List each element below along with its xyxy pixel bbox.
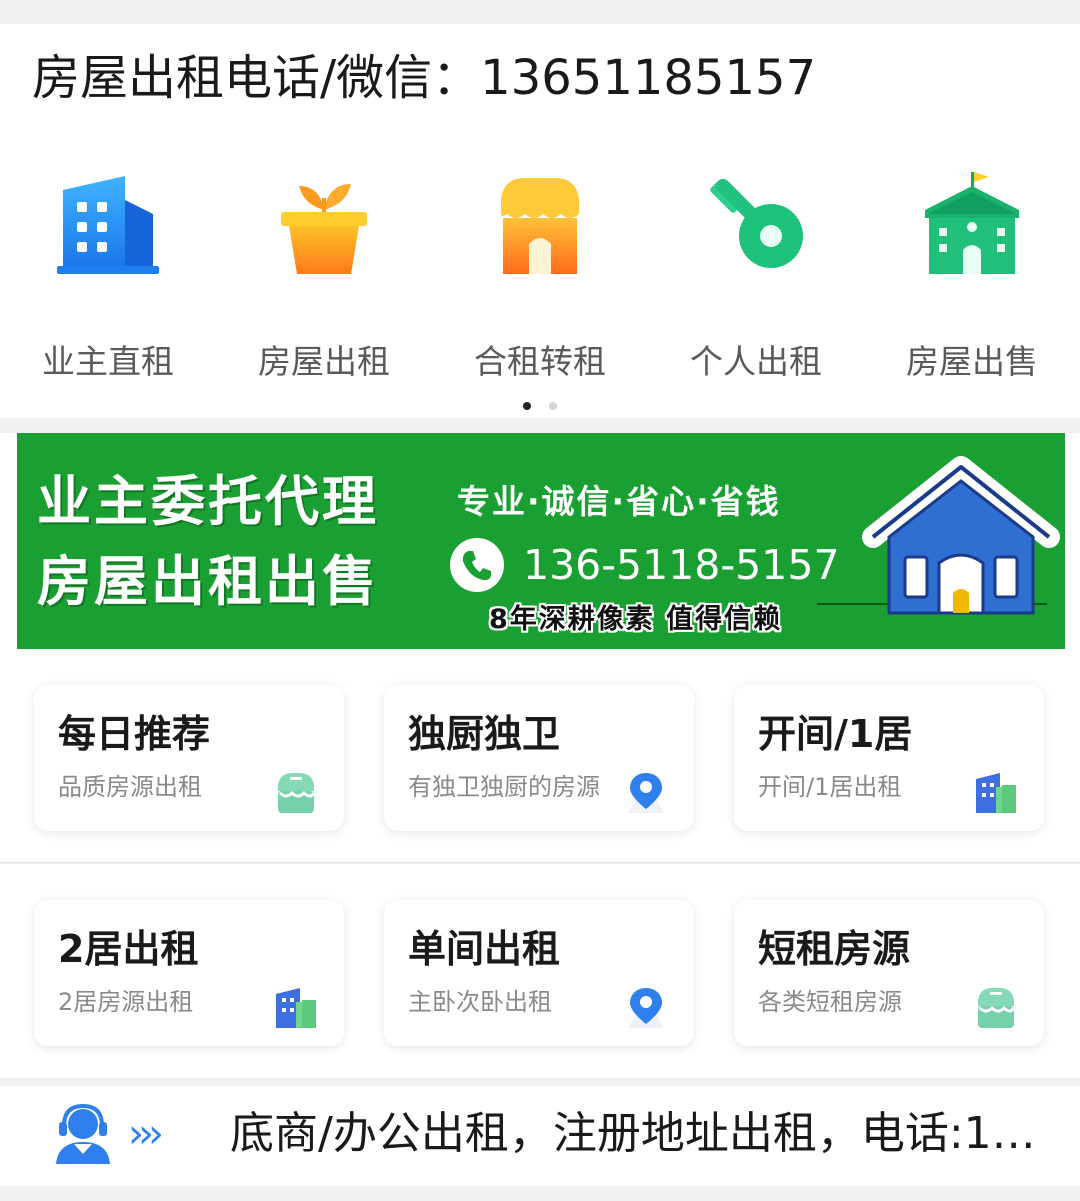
category-row-2: 2居出租 2居房源出租 单间出租 主卧次卧出租 短租房源 各类短租房源	[0, 864, 1080, 1078]
card-title: 独厨独卫	[408, 712, 561, 756]
building-icon	[53, 170, 163, 280]
card-title: 开间/1居	[758, 712, 913, 756]
banner-tagline: 8年深耕像素 值得信赖	[489, 604, 783, 635]
banner-phone: 136-5118-5157	[523, 541, 840, 589]
notice-text: 底商/办公出租，注册地址出租，电话:13651185157	[230, 1108, 1040, 1159]
card-daily-picks[interactable]: 每日推荐 品质房源出租	[34, 685, 344, 831]
contact-text[interactable]: 房屋出租电话/微信：13651185157	[32, 48, 816, 108]
card-title: 2居出租	[58, 927, 199, 971]
page-indicator	[0, 402, 1080, 412]
row-divider	[0, 862, 1080, 863]
card-studio-1br[interactable]: 开间/1居 开间/1居出租	[734, 685, 1044, 831]
shop-icon	[972, 984, 1020, 1032]
grid-item-label: 房屋出售	[906, 342, 1038, 381]
card-subtitle: 有独卫独厨的房源	[408, 773, 600, 801]
grid-item-house-rent[interactable]: 房屋出租	[216, 164, 432, 381]
card-subtitle: 各类短租房源	[758, 988, 902, 1016]
arrows-icon: ›››	[128, 1111, 164, 1157]
page-dot[interactable]	[549, 402, 557, 410]
notice-bar[interactable]: ››› 底商/办公出租，注册地址出租，电话:13651185157	[0, 1086, 1080, 1186]
key-icon	[701, 170, 811, 280]
card-title: 每日推荐	[58, 712, 211, 756]
storefront-icon	[485, 170, 595, 280]
grid-item-house-sale[interactable]: 房屋出售	[864, 164, 1080, 381]
customer-service-icon	[50, 1100, 116, 1166]
card-title: 单间出租	[408, 927, 561, 971]
grid-item-owner-rent[interactable]: 业主直租	[0, 164, 216, 381]
grid-item-personal-rent[interactable]: 个人出租	[648, 164, 864, 381]
header-card: 房屋出租电话/微信：13651185157 业主直租 房屋出租 合租转租 个人出…	[0, 24, 1080, 418]
promo-banner[interactable]: 业主委托代理 房屋出租出售 专业·诚信·省心·省钱 136-5118-5157 …	[17, 433, 1065, 649]
shop-icon	[272, 769, 320, 817]
card-single-room[interactable]: 单间出租 主卧次卧出租	[384, 900, 694, 1046]
house-flag-icon	[917, 170, 1027, 280]
card-subtitle: 开间/1居出租	[758, 773, 902, 801]
buildings-icon	[272, 984, 320, 1032]
location-pin-icon	[622, 769, 670, 817]
page: 房屋出租电话/微信：13651185157 业主直租 房屋出租 合租转租 个人出…	[0, 0, 1080, 1201]
grid-item-label: 业主直租	[42, 342, 174, 381]
grid-item-label: 个人出租	[690, 342, 822, 381]
page-dot-active[interactable]	[523, 402, 531, 410]
grid-item-label: 房屋出租	[258, 342, 390, 381]
category-row-1: 每日推荐 品质房源出租 独厨独卫 有独卫独厨的房源 开间/1居 开间/1居出租	[0, 649, 1080, 863]
icon-grid: 业主直租 房屋出租 合租转租 个人出租 房屋出售	[0, 164, 1080, 381]
card-subtitle: 主卧次卧出租	[408, 988, 552, 1016]
card-2br-rent[interactable]: 2居出租 2居房源出租	[34, 900, 344, 1046]
grid-item-shared-rent[interactable]: 合租转租	[432, 164, 648, 381]
buildings-icon	[972, 769, 1020, 817]
grid-item-label: 合租转租	[474, 342, 606, 381]
banner-slogan: 专业·诚信·省心·省钱	[457, 482, 781, 521]
location-pin-icon	[622, 984, 670, 1032]
card-subtitle: 品质房源出租	[58, 773, 202, 801]
sprout-pot-icon	[269, 170, 379, 280]
card-short-term[interactable]: 短租房源 各类短租房源	[734, 900, 1044, 1046]
card-title: 短租房源	[758, 927, 911, 971]
card-subtitle: 2居房源出租	[58, 988, 194, 1016]
banner-title-line2: 房屋出租出售	[37, 550, 379, 613]
banner-title-line1: 业主委托代理	[37, 470, 379, 533]
house-illustration	[837, 453, 1065, 649]
card-private-kitchen-bath[interactable]: 独厨独卫 有独卫独厨的房源	[384, 685, 694, 831]
phone-icon	[449, 537, 505, 593]
